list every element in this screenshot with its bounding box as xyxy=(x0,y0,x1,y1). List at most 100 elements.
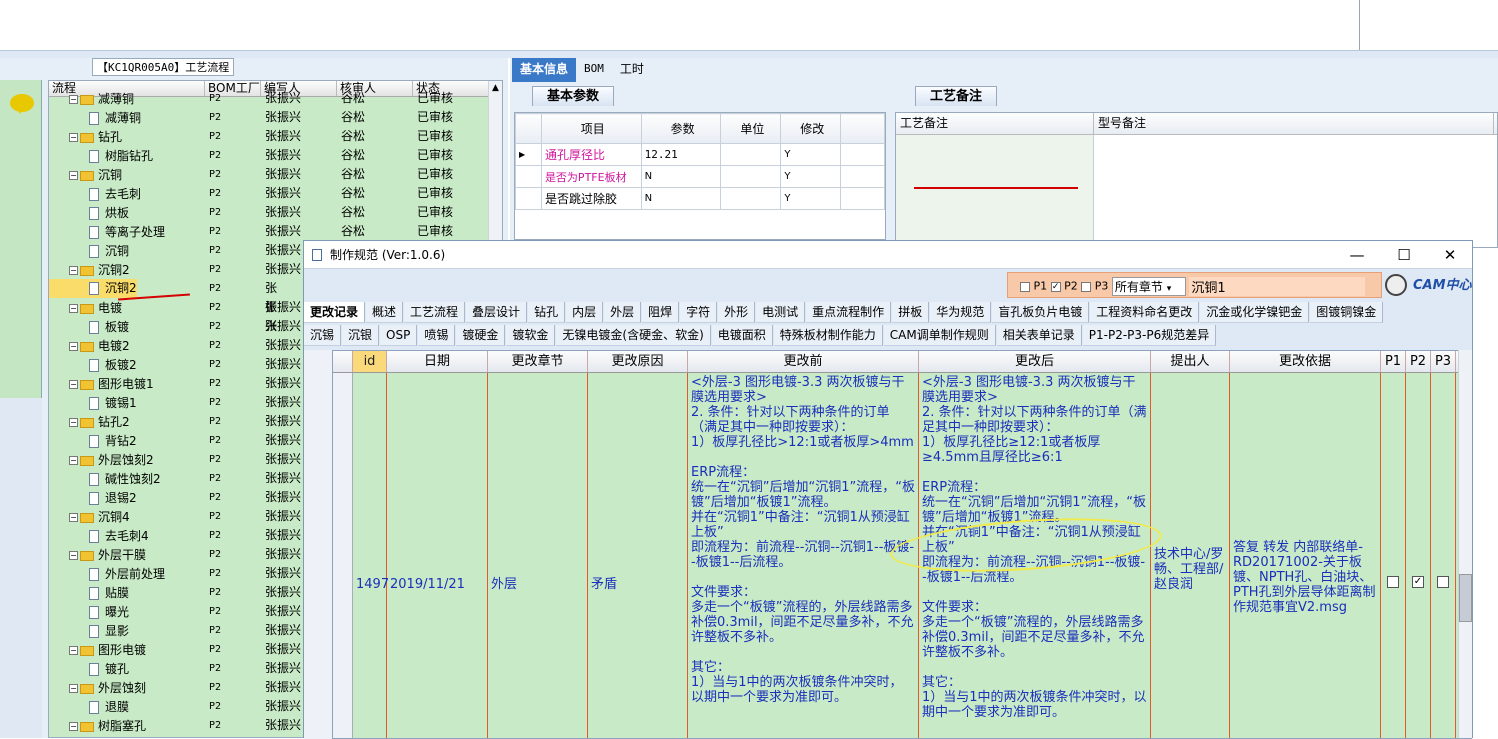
p1-checkbox[interactable] xyxy=(1020,281,1030,292)
tab-basic-params[interactable]: 基本参数 xyxy=(532,86,615,106)
tree-node[interactable]: 背钻2 xyxy=(49,432,137,449)
tree-node[interactable]: 退锡2 xyxy=(49,489,137,506)
tree-row[interactable]: 烘板 P2 张振兴 谷松 已审核 xyxy=(49,203,502,222)
tree-row[interactable]: − 沉铜 P2 张振兴 谷松 已审核 xyxy=(49,165,502,184)
collapse-icon[interactable]: − xyxy=(69,456,78,465)
process-note-cell[interactable] xyxy=(896,135,1094,247)
chapter-tab[interactable]: 拼板 xyxy=(892,302,930,323)
col-p3[interactable]: P3 xyxy=(1431,351,1456,372)
chapter-tab[interactable]: 概述 xyxy=(366,302,404,323)
row-header[interactable] xyxy=(333,373,353,738)
tree-node[interactable]: 退膜 xyxy=(49,698,129,715)
chapter-tab[interactable]: 阻焊 xyxy=(642,302,680,323)
chapter-tab[interactable]: 更改记录 xyxy=(304,302,366,323)
chapter-tab[interactable]: 镀硬金 xyxy=(456,325,506,346)
cell-proposer[interactable]: 技术中心/罗畅、工程部/赵良润 xyxy=(1151,373,1230,738)
tree-node[interactable]: − 沉铜4 xyxy=(49,508,130,525)
cell-reason[interactable]: 矛盾 xyxy=(588,373,688,738)
chapter-select[interactable]: 所有章节 ▾ xyxy=(1111,277,1186,296)
tree-node[interactable]: − 沉铜2 xyxy=(49,261,130,278)
tree-node[interactable]: 显影 xyxy=(49,622,129,639)
tree-row[interactable]: 去毛刺 P2 张振兴 谷松 已审核 xyxy=(49,184,502,203)
tab-bom[interactable]: BOM xyxy=(576,58,612,82)
collapse-icon[interactable]: − xyxy=(69,380,78,389)
chapter-tab[interactable]: 沉银 xyxy=(342,325,380,346)
close-icon[interactable]: ✕ xyxy=(1430,241,1470,269)
chapter-tab[interactable]: 内层 xyxy=(566,302,604,323)
cell-basis[interactable]: 答复 转发 内部联络单-RD20171002-关于板镀、NPTH孔、白油块、PT… xyxy=(1230,373,1381,738)
collapse-icon[interactable]: − xyxy=(69,266,78,275)
chapter-tab[interactable]: 盲孔板负片电镀 xyxy=(992,302,1090,323)
tree-node[interactable]: 减薄铜 xyxy=(49,109,141,126)
collapse-icon[interactable]: − xyxy=(69,171,78,180)
tree-node[interactable]: − 外层干膜 xyxy=(49,546,146,563)
collapse-icon[interactable]: − xyxy=(69,513,78,522)
tree-row[interactable]: − 减薄铜 P2 张振兴 谷松 已审核 xyxy=(49,89,502,108)
tree-row[interactable]: 减薄铜 P2 张振兴 谷松 已审核 xyxy=(49,108,502,127)
collapse-icon[interactable]: − xyxy=(69,722,78,731)
chapter-tab[interactable]: 工艺流程 xyxy=(404,302,466,323)
col-id[interactable]: id xyxy=(353,351,387,372)
tab-hours[interactable]: 工时 xyxy=(612,58,652,82)
search-icon[interactable] xyxy=(1385,274,1407,296)
search-input[interactable]: 沉铜1 xyxy=(1189,277,1366,296)
tree-node[interactable]: − 沉铜 xyxy=(49,166,122,183)
tree-node[interactable]: 烘板 xyxy=(49,204,129,221)
col-p1[interactable]: P1 xyxy=(1381,351,1406,372)
col-after[interactable]: 更改后 xyxy=(919,351,1151,372)
chapter-tab[interactable]: CAM调单制作规则 xyxy=(883,325,996,346)
chapter-tab[interactable]: 沉锡 xyxy=(304,325,342,346)
cell-date[interactable]: 2019/11/21 xyxy=(387,373,488,738)
p3-checkbox[interactable] xyxy=(1081,281,1092,292)
tree-node[interactable]: 镀孔 xyxy=(49,660,129,677)
chapter-tab[interactable]: 叠层设计 xyxy=(466,302,528,323)
tree-node[interactable]: 镀锡1 xyxy=(49,394,137,411)
tab-basic-info[interactable]: 基本信息 xyxy=(512,58,577,82)
tree-node[interactable]: − 电镀 xyxy=(49,299,122,316)
tree-node[interactable]: − 外层蚀刻 xyxy=(49,679,146,696)
col-chapter[interactable]: 更改章节 xyxy=(488,351,588,372)
col-reason[interactable]: 更改原因 xyxy=(588,351,688,372)
chapter-tab[interactable]: 相关表单记录 xyxy=(996,325,1082,346)
tree-node[interactable]: − 电镀2 xyxy=(49,337,130,354)
tree-row[interactable]: 树脂钻孔 P2 张振兴 谷松 已审核 xyxy=(49,146,502,165)
tree-node[interactable]: 沉铜2 xyxy=(49,281,137,295)
grid-scrollbar[interactable] xyxy=(1458,350,1472,738)
chapter-tab[interactable]: 重点流程制作 xyxy=(806,302,892,323)
scroll-thumb[interactable] xyxy=(1459,574,1472,622)
cell-chapter[interactable]: 外层 xyxy=(488,373,588,738)
tree-node[interactable]: − 钻孔2 xyxy=(49,413,130,430)
minimize-icon[interactable]: — xyxy=(1337,241,1377,269)
chapter-tab[interactable]: 字符 xyxy=(680,302,718,323)
collapse-icon[interactable]: − xyxy=(69,133,78,142)
collapse-icon[interactable]: − xyxy=(69,342,78,351)
chapter-tab[interactable]: 外层 xyxy=(604,302,642,323)
param-row[interactable]: 是否为PTFE板材 N Y xyxy=(515,165,885,188)
p2-checkbox[interactable]: ✓ xyxy=(1050,281,1061,292)
chapter-tab[interactable]: OSP xyxy=(380,325,418,346)
col-item[interactable]: 项目 xyxy=(540,113,642,144)
chapter-tab[interactable]: 喷锡 xyxy=(418,325,456,346)
tree-node[interactable]: − 图形电镀1 xyxy=(49,375,154,392)
col-before[interactable]: 更改前 xyxy=(688,351,919,372)
p3-row-checkbox[interactable] xyxy=(1437,576,1449,588)
collapse-icon[interactable]: − xyxy=(69,418,78,427)
tree-node[interactable]: 板镀 xyxy=(49,318,129,335)
tree-node[interactable]: − 钻孔 xyxy=(49,128,122,145)
cell-before[interactable]: <外层-3 图形电镀-3.3 两次板镀与干膜选用要求> 2. 条件：针对以下两种… xyxy=(688,373,919,738)
cell-id[interactable]: 1497 xyxy=(353,373,389,738)
tree-node[interactable]: 去毛刺4 xyxy=(49,527,149,544)
chapter-tab[interactable]: 华为规范 xyxy=(930,302,992,323)
collapse-icon[interactable]: − xyxy=(69,646,78,655)
chapter-tab[interactable]: 镀软金 xyxy=(506,325,556,346)
col-date[interactable]: 日期 xyxy=(387,351,488,372)
col-param[interactable]: 参数 xyxy=(640,113,722,144)
collapse-icon[interactable]: − xyxy=(69,95,78,104)
chapter-tab[interactable]: 特殊板材制作能力 xyxy=(773,325,883,346)
chapter-tab[interactable]: 电测试 xyxy=(756,302,806,323)
tree-node[interactable]: 外层前处理 xyxy=(49,565,165,582)
tree-node[interactable]: 等离子处理 xyxy=(49,223,165,240)
col-proposer[interactable]: 提出人 xyxy=(1151,351,1230,372)
tree-node[interactable]: 曝光 xyxy=(49,603,129,620)
col-modify[interactable]: 修改 xyxy=(780,113,842,144)
